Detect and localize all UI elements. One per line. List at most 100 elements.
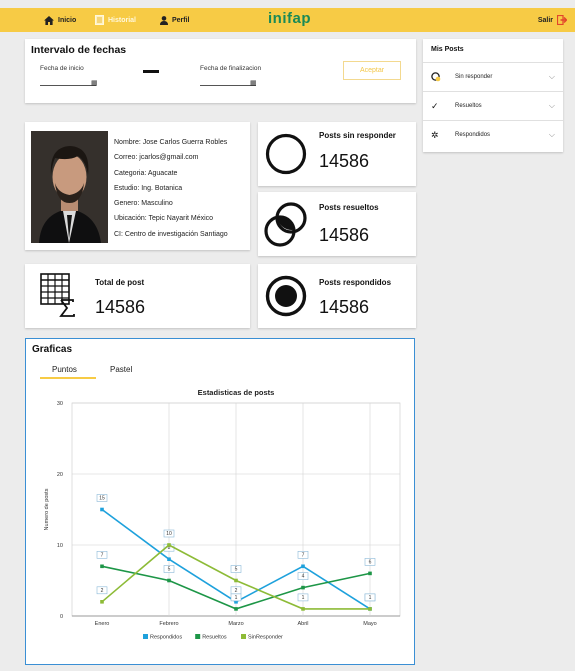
- legend-label: SinResponder: [248, 635, 283, 641]
- data-label: 1: [235, 595, 238, 601]
- stat-card-total[interactable]: Total de post 14586: [25, 264, 250, 328]
- stat-card-resolved[interactable]: Posts resueltos 14586: [258, 192, 416, 256]
- data-label: 5: [235, 567, 238, 573]
- top-navbar: Inicio Historial Perfil inifap Salir: [0, 8, 575, 32]
- active-tab-indicator: [40, 377, 96, 379]
- stat-card-unanswered[interactable]: Posts sin responder 14586: [258, 122, 416, 186]
- stat-card-answered[interactable]: Posts respondidos 14586: [258, 264, 416, 328]
- logout-icon: [557, 15, 567, 25]
- end-date-field[interactable]: [200, 85, 256, 86]
- charts-card: Graficas Puntos Pastel Estadisticas de p…: [25, 338, 415, 665]
- data-label: 2: [235, 588, 238, 594]
- y-tick-label: 0: [60, 614, 63, 620]
- accept-button[interactable]: Aceptar: [343, 61, 401, 80]
- empty-circle-icon: [265, 133, 307, 175]
- nav-salir[interactable]: Salir: [538, 8, 567, 32]
- my-posts-panel: Mis Posts Sin responder ⌵ ✓ Resueltos ⌵ …: [423, 39, 563, 152]
- stat-answered-value: 14586: [319, 297, 370, 317]
- data-label: 6: [369, 559, 372, 565]
- data-point: [301, 607, 305, 611]
- unanswered-icon: [431, 72, 441, 82]
- data-label: 1: [369, 595, 372, 601]
- stat-total-value: 14586: [95, 297, 146, 317]
- calendar-icon[interactable]: ▦: [250, 79, 257, 87]
- data-label: 7: [302, 552, 305, 558]
- tab-puntos[interactable]: Puntos: [52, 365, 77, 374]
- data-point: [100, 507, 104, 512]
- posts-item-label: Resueltos: [455, 103, 482, 109]
- spinner-icon: ✲: [431, 129, 439, 140]
- profile-category: Categoria: Aguacate: [114, 169, 178, 177]
- check-icon: ✓: [431, 100, 439, 111]
- profile-card: Nombre: Jose Carlos Guerra Robles Correo…: [25, 122, 250, 250]
- stat-answered-title: Posts respondidos: [319, 278, 392, 287]
- x-tick-label: Febrero: [159, 621, 178, 627]
- legend-swatch: [241, 634, 246, 639]
- posts-item-label: Sin responder: [455, 74, 493, 80]
- profile-location: Ubicación: Tepic Nayarit México: [114, 215, 214, 223]
- profile-study: Estudio: Ing. Botanica: [114, 184, 183, 192]
- chevron-down-icon: ⌵: [548, 72, 555, 81]
- y-tick-label: 30: [57, 401, 63, 407]
- date-separator: [143, 70, 159, 73]
- avatar: [31, 131, 108, 243]
- legend-label: Respondidos: [150, 635, 182, 641]
- calendar-icon[interactable]: ▦: [91, 79, 98, 87]
- legend-label: Resueltos: [202, 635, 227, 641]
- data-point: [301, 564, 305, 569]
- charts-title: Graficas: [32, 344, 73, 355]
- start-date-label: Fecha de inicio: [40, 65, 84, 72]
- y-tick-label: 10: [57, 543, 63, 549]
- data-label: 4: [302, 574, 305, 580]
- data-point: [167, 543, 171, 547]
- brand-logo[interactable]: inifap: [268, 10, 311, 27]
- profile-gender: Genero: Masculino: [114, 200, 173, 208]
- data-point: [234, 578, 238, 583]
- start-date-field[interactable]: [40, 85, 96, 86]
- data-label: 1: [302, 595, 305, 601]
- posts-item-label: Respondidos: [455, 132, 491, 138]
- data-point: [301, 585, 305, 590]
- data-point: [368, 571, 372, 576]
- my-posts-title: Mis Posts: [431, 46, 464, 53]
- data-label: 15: [99, 496, 105, 502]
- nav-inicio-label: Inicio: [58, 16, 77, 24]
- data-label: 7: [101, 552, 104, 558]
- posts-line-chart: Estadisticas de posts 0 10 20 30 Enero Febrero…: [44, 388, 401, 641]
- date-range-card: Intervalo de fechas Fecha de inicio ▦ Fe…: [25, 39, 416, 103]
- data-point: [234, 607, 238, 611]
- stat-resolved-value: 14586: [319, 225, 370, 245]
- y-tick-label: 20: [57, 472, 63, 478]
- avatar-portrait: [31, 131, 108, 243]
- chevron-down-icon: ⌵: [548, 101, 555, 110]
- stat-resolved-title: Posts resueltos: [319, 203, 379, 212]
- y-axis-label: Numero de posts: [44, 488, 50, 530]
- profile-name: Nombre: Jose Carlos Guerra Robles: [114, 139, 228, 146]
- chart-title: Estadisticas de posts: [198, 388, 275, 397]
- data-point: [167, 578, 171, 583]
- nav-historial-label: Historial: [108, 16, 137, 24]
- nav-perfil[interactable]: Perfil: [160, 8, 190, 32]
- data-label: 2: [101, 588, 104, 594]
- nav-historial[interactable]: Historial: [95, 8, 136, 32]
- data-label: 10: [166, 531, 172, 537]
- stat-unanswered-title: Posts sin responder: [319, 131, 396, 140]
- legend-swatch: [143, 634, 148, 639]
- posts-item-sin-responder[interactable]: Sin responder ⌵: [423, 62, 563, 91]
- x-tick-label: Enero: [95, 621, 110, 627]
- profile-info: Nombre: Jose Carlos Guerra Robles Correo…: [114, 139, 228, 246]
- data-point: [100, 600, 104, 604]
- nav-perfil-label: Perfil: [172, 16, 190, 24]
- data-point: [368, 607, 372, 611]
- date-range-title: Intervalo de fechas: [31, 44, 127, 56]
- posts-item-resueltos[interactable]: ✓ Resueltos ⌵: [423, 91, 563, 120]
- stat-total-title: Total de post: [95, 278, 145, 287]
- x-tick-label: Abril: [297, 621, 308, 627]
- tab-pastel[interactable]: Pastel: [110, 365, 132, 374]
- target-circle-icon: [265, 275, 307, 317]
- end-date-label: Fecha de finalizacion: [200, 65, 262, 72]
- legend-swatch: [195, 634, 201, 639]
- nav-inicio[interactable]: Inicio: [44, 8, 76, 32]
- posts-item-respondidos[interactable]: ✲ Respondidos ⌵: [423, 120, 563, 149]
- data-point: [100, 564, 104, 569]
